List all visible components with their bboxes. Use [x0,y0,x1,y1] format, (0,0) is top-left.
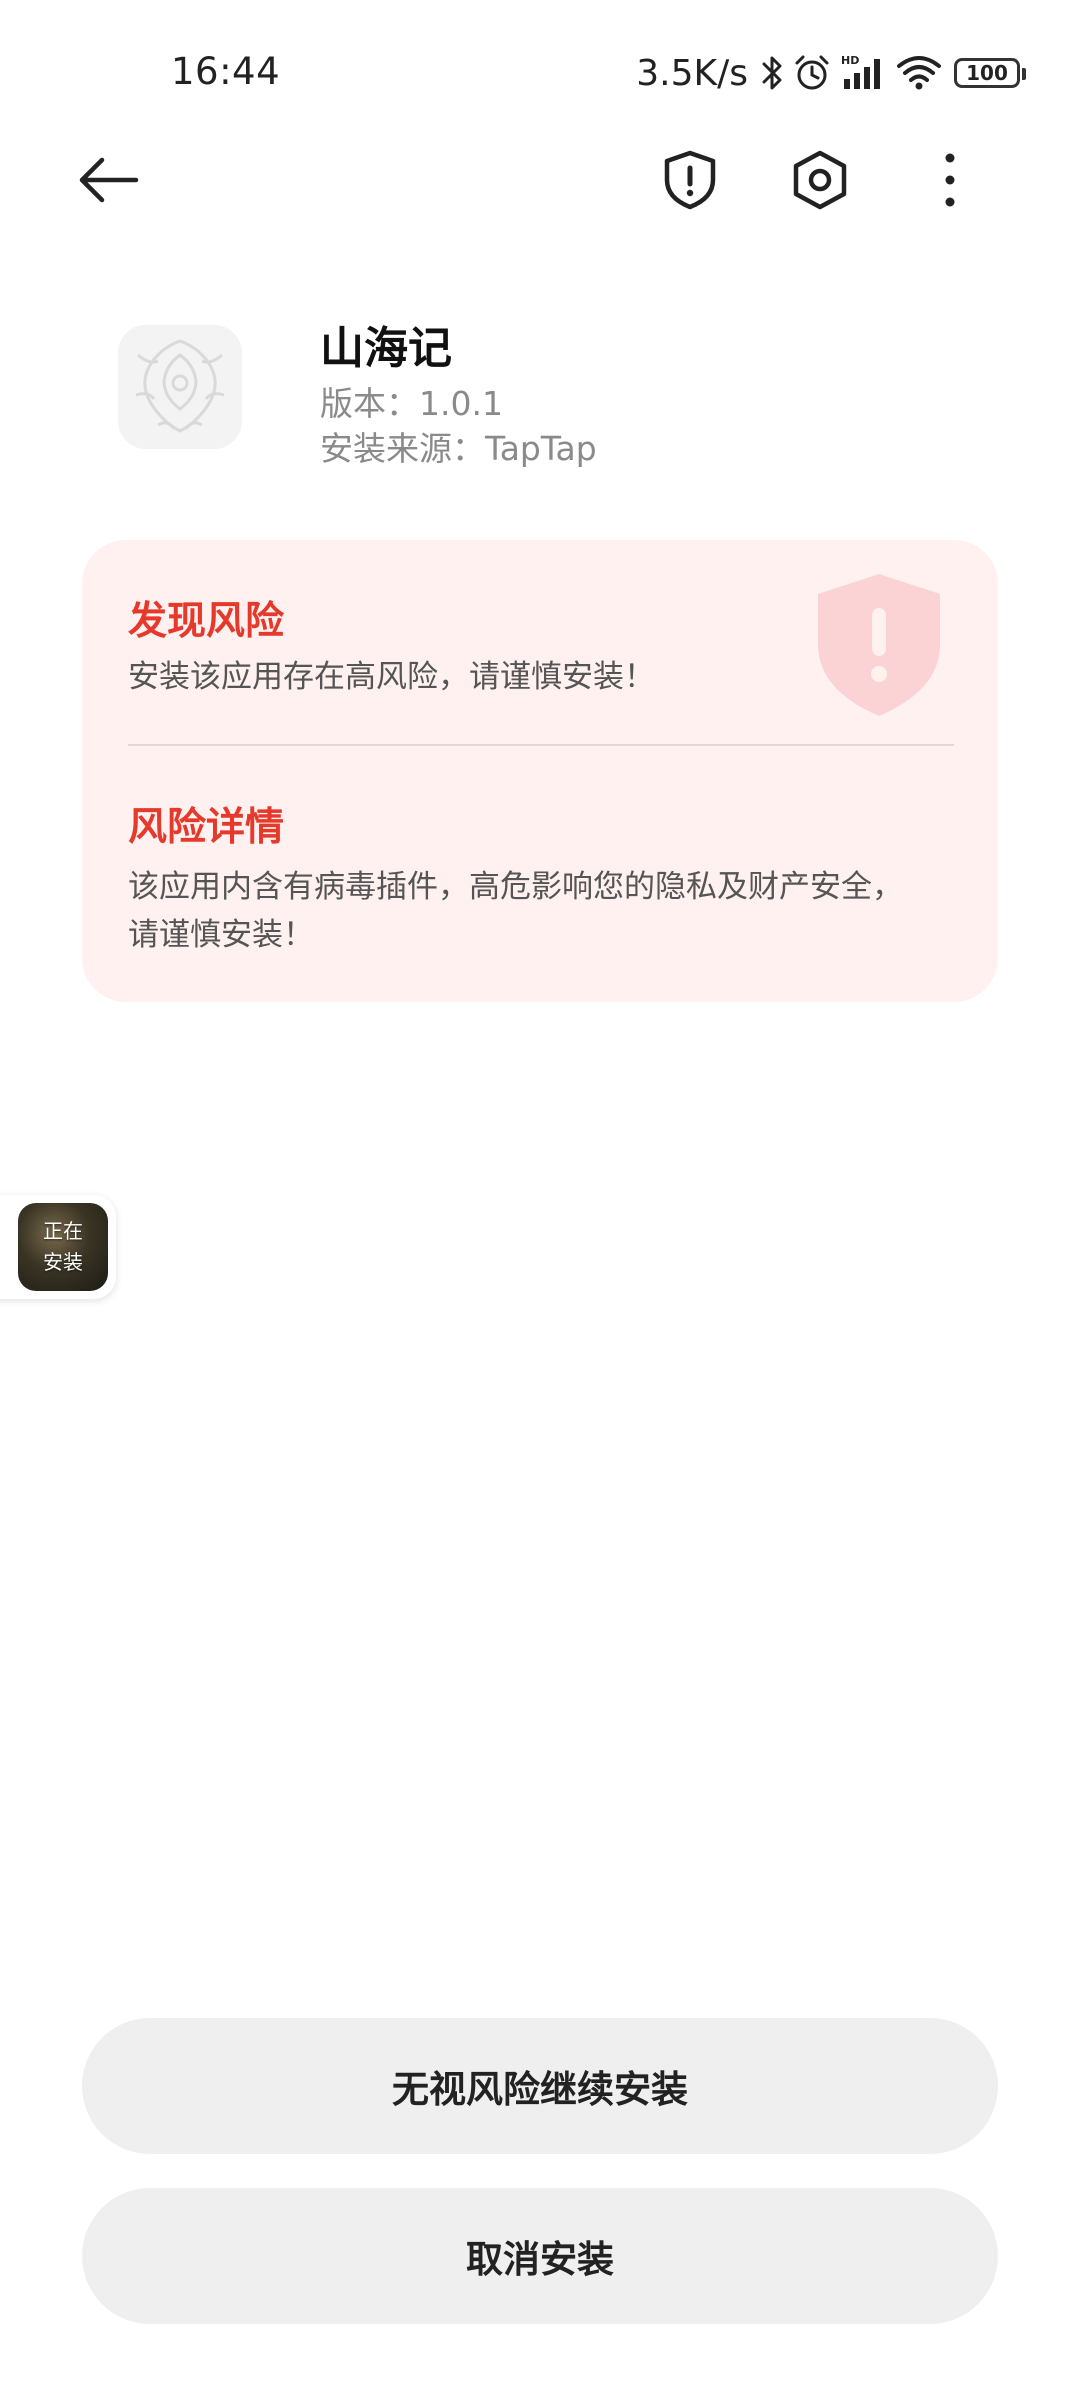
app-icon [118,325,242,449]
settings-hexagon-icon [793,150,847,210]
risk-card: 发现风险 安装该应用存在高风险，请谨慎安装！ 风险详情 该应用内含有病毒插件，高… [82,540,998,1002]
settings-button[interactable] [770,130,870,230]
alarm-icon [795,55,829,90]
risk-divider [128,744,954,746]
network-speed: 3.5K/s [636,52,748,94]
svg-text:HD: HD [841,54,859,67]
dragon-emblem-icon [118,325,242,449]
more-options-button[interactable] [900,130,1000,230]
status-icons: 3.5K/s HD 100 [636,50,1026,96]
status-bar: 16:44 3.5K/s HD 100 [0,0,1080,150]
bluetooth-icon [762,56,782,90]
status-time: 16:44 [171,50,281,93]
app-name: 山海记 [320,323,452,374]
ignore-risk-install-button[interactable]: 无视风险继续安装 [82,2018,998,2154]
back-arrow-icon [79,157,139,203]
toolbar [0,130,1080,230]
installing-app-thumbnail: 正在 安装 [18,1203,108,1291]
shield-warning-icon [818,574,940,716]
hd-signal-icon: HD [841,54,880,89]
installing-label-line1: 正在 [43,1219,83,1243]
risk-found-text: 安装该应用存在高风险，请谨慎安装！ [128,659,655,695]
risk-detail-text-line1: 该应用内含有病毒插件，高危影响您的隐私及财产安全， [128,869,903,905]
app-version: 版本：1.0.1 [320,384,503,423]
security-check-button[interactable] [640,130,740,230]
risk-detail-title: 风险详情 [128,805,285,850]
installing-label-line2: 安装 [43,1250,83,1274]
shield-alert-icon [664,150,716,210]
battery-level: 100 [966,61,1008,85]
risk-detail-text-line2: 请谨慎安装！ [128,917,314,953]
back-button[interactable] [58,130,158,230]
more-vertical-icon [945,153,955,207]
cancel-install-button[interactable]: 取消安装 [82,2188,998,2324]
risk-found-title: 发现风险 [128,599,285,644]
battery-icon: 100 [954,58,1026,88]
wifi-icon [897,56,941,90]
install-source: 安装来源：TapTap [320,429,597,468]
installing-bubble[interactable]: 正在 安装 [0,1195,116,1299]
